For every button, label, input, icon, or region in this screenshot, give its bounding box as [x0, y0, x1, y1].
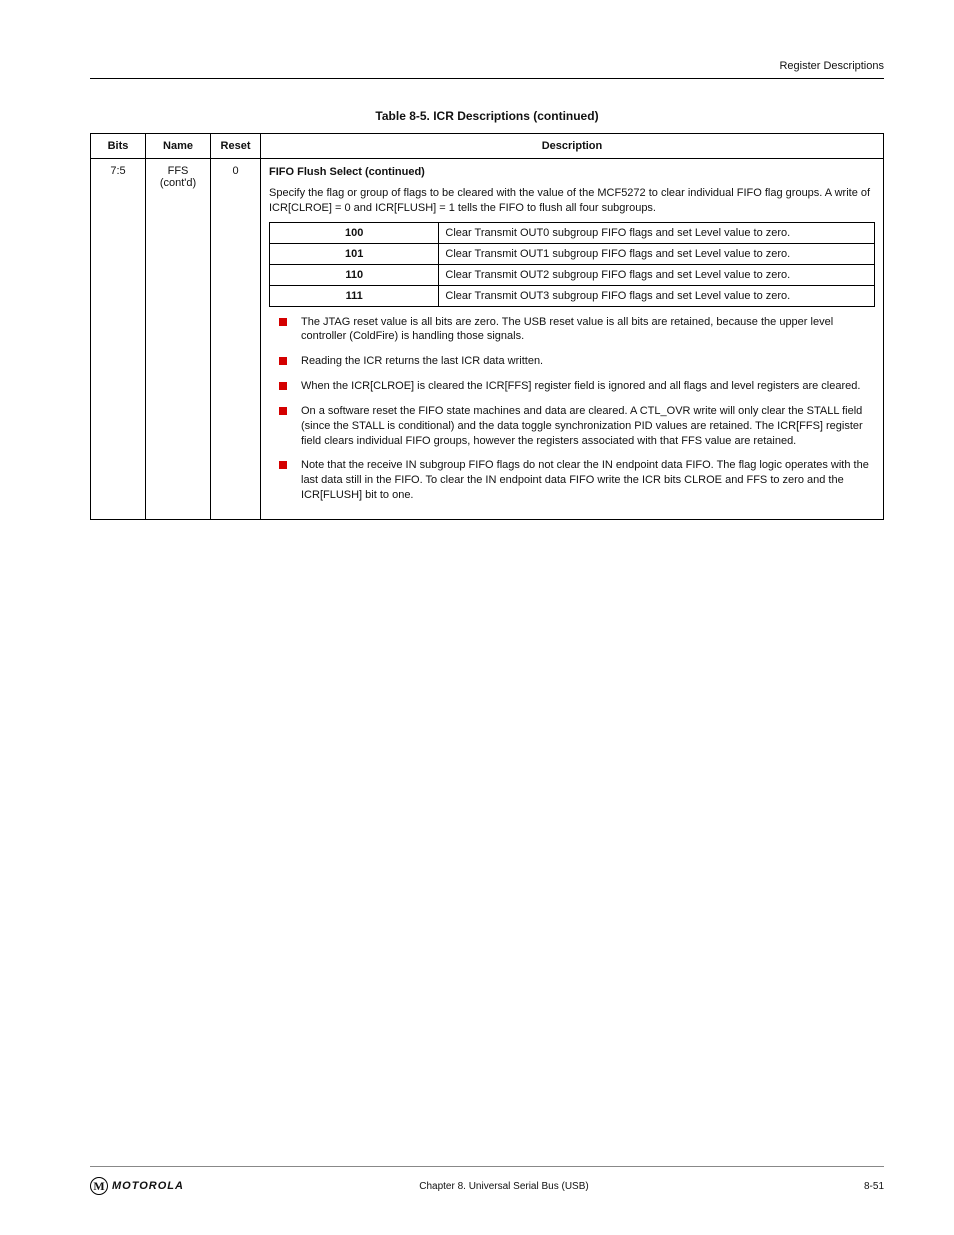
- subtable-meaning: Clear Transmit OUT1 subgroup FIFO flags …: [439, 243, 875, 264]
- brand-logo: M MOTOROLA: [90, 1177, 184, 1195]
- subtable-row: 110 Clear Transmit OUT2 subgroup FIFO fl…: [270, 264, 875, 285]
- cell-name: FFS (cont'd): [146, 159, 211, 520]
- subtable-code: 110: [270, 264, 439, 285]
- page-footer: M MOTOROLA Chapter 8. Universal Serial B…: [0, 1166, 954, 1195]
- table-row: 7:5 FFS (cont'd) 0 FIFO Flush Select (co…: [91, 159, 884, 520]
- footer-rule: [90, 1166, 884, 1167]
- subtable-code: 100: [270, 222, 439, 243]
- footer-page-number: 8-51: [824, 1181, 884, 1192]
- subtable-meaning: Clear Transmit OUT2 subgroup FIFO flags …: [439, 264, 875, 285]
- cell-description: FIFO Flush Select (continued) Specify th…: [261, 159, 884, 520]
- footer-chapter: Chapter 8. Universal Serial Bus (USB): [184, 1181, 824, 1192]
- logo-wordmark: MOTOROLA: [112, 1180, 184, 1192]
- header-rule: [90, 78, 884, 79]
- list-item: The JTAG reset value is all bits are zer…: [287, 315, 875, 345]
- col-description: Description: [261, 134, 884, 159]
- cell-reset: 0: [211, 159, 261, 520]
- list-item: Reading the ICR returns the last ICR dat…: [287, 354, 875, 369]
- subtable-code: 101: [270, 243, 439, 264]
- ffs-subtable: 100 Clear Transmit OUT0 subgroup FIFO fl…: [269, 222, 875, 307]
- subtable-row: 111 Clear Transmit OUT3 subgroup FIFO fl…: [270, 285, 875, 306]
- col-bits: Bits: [91, 134, 146, 159]
- desc-paragraph: Specify the flag or group of flags to be…: [269, 186, 875, 216]
- list-item: On a software reset the FIFO state machi…: [287, 404, 875, 449]
- col-name: Name: [146, 134, 211, 159]
- logo-emblem-icon: M: [90, 1177, 108, 1195]
- running-header: Register Descriptions: [90, 60, 884, 78]
- register-table: Bits Name Reset Description 7:5 FFS (con…: [90, 133, 884, 520]
- subtable-row: 101 Clear Transmit OUT1 subgroup FIFO fl…: [270, 243, 875, 264]
- col-reset: Reset: [211, 134, 261, 159]
- subtable-code: 111: [270, 285, 439, 306]
- table-caption: Table 8-5. ICR Descriptions (continued): [90, 109, 884, 123]
- subtable-meaning: Clear Transmit OUT0 subgroup FIFO flags …: [439, 222, 875, 243]
- desc-intro: FIFO Flush Select (continued): [269, 166, 425, 178]
- notes-list: The JTAG reset value is all bits are zer…: [269, 315, 875, 503]
- table-header-row: Bits Name Reset Description: [91, 134, 884, 159]
- cell-bits: 7:5: [91, 159, 146, 520]
- subtable-row: 100 Clear Transmit OUT0 subgroup FIFO fl…: [270, 222, 875, 243]
- list-item: When the ICR[CLROE] is cleared the ICR[F…: [287, 379, 875, 394]
- list-item: Note that the receive IN subgroup FIFO f…: [287, 458, 875, 503]
- page: Register Descriptions Table 8-5. ICR Des…: [0, 0, 954, 1235]
- subtable-meaning: Clear Transmit OUT3 subgroup FIFO flags …: [439, 285, 875, 306]
